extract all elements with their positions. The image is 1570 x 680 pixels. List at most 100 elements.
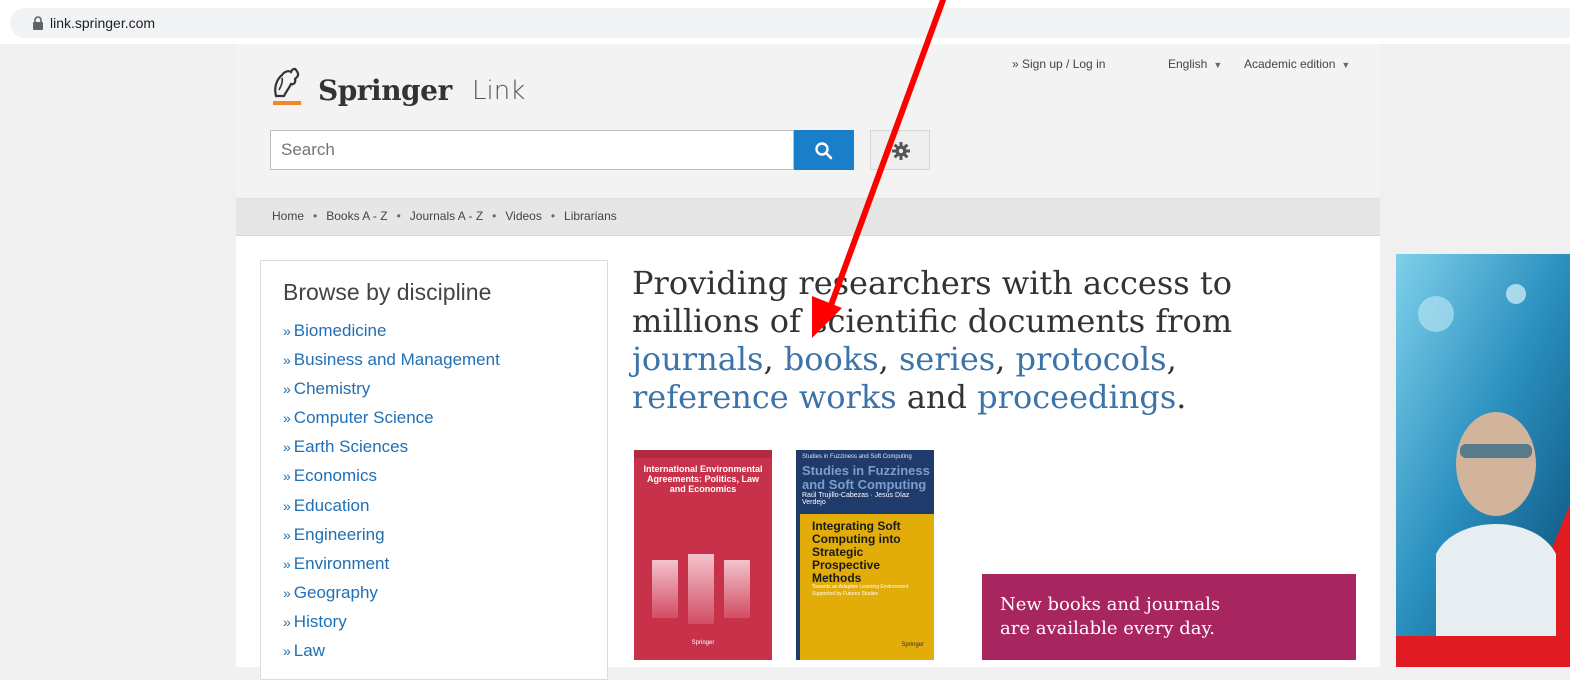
headline-line1: Providing researchers with access to bbox=[632, 264, 1232, 302]
link-journals[interactable]: journals bbox=[632, 340, 763, 378]
edition-selector[interactable]: Academic edition ▼ bbox=[1244, 57, 1350, 71]
raquo-icon: » bbox=[283, 584, 291, 601]
discipline-label: Chemistry bbox=[293, 379, 371, 399]
nav-books-a-z[interactable]: Books A - Z bbox=[326, 209, 387, 223]
discipline-label: Business and Management bbox=[293, 350, 500, 370]
link-proceedings[interactable]: proceedings bbox=[977, 378, 1176, 416]
raquo-icon: » bbox=[283, 439, 291, 456]
raquo-icon: » bbox=[283, 410, 291, 427]
comma: , bbox=[878, 340, 899, 378]
raquo-icon: » bbox=[283, 555, 291, 572]
raquo-icon: » bbox=[283, 468, 291, 485]
link-series[interactable]: series bbox=[899, 340, 995, 378]
discipline-link[interactable]: » Computer Science bbox=[283, 408, 500, 437]
lock-icon bbox=[33, 16, 43, 30]
nav-separator: • bbox=[492, 209, 497, 223]
nav-videos[interactable]: Videos bbox=[505, 209, 541, 223]
nav-separator: • bbox=[396, 209, 401, 223]
comma: , bbox=[995, 340, 1016, 378]
discipline-label: Computer Science bbox=[293, 408, 434, 428]
book-cover[interactable]: Studies in Fuzziness and Soft Computing … bbox=[796, 450, 934, 660]
caret-down-icon: ▼ bbox=[1213, 60, 1223, 70]
cover-title: International Environmental Agreements: … bbox=[643, 464, 763, 494]
discipline-link[interactable]: » Environment bbox=[283, 554, 500, 583]
logo-primary-text: Springer bbox=[318, 74, 452, 107]
and-text: and bbox=[896, 378, 978, 416]
discipline-label: Geography bbox=[293, 582, 378, 602]
cover-graphic bbox=[652, 560, 678, 618]
search-options-button[interactable] bbox=[870, 130, 930, 170]
search-icon bbox=[815, 142, 833, 160]
discipline-link[interactable]: » Geography bbox=[283, 583, 500, 612]
discipline-link[interactable]: » History bbox=[283, 612, 500, 641]
main-navigation: Home • Books A - Z • Journals A - Z • Videos • L… bbox=[236, 199, 1380, 236]
raquo-icon: » bbox=[283, 643, 291, 660]
page-background-left bbox=[0, 44, 236, 667]
discipline-link[interactable]: » Economics bbox=[283, 466, 500, 495]
discipline-link[interactable]: » Chemistry bbox=[283, 379, 500, 408]
discipline-list: » Biomedicine » Business and Management » C… bbox=[283, 321, 500, 670]
raquo-icon: » bbox=[283, 381, 291, 398]
language-selector[interactable]: English ▼ bbox=[1168, 57, 1222, 71]
cover-publisher: Springer bbox=[691, 640, 715, 646]
new-content-banner[interactable]: New books and journals are available eve… bbox=[982, 574, 1356, 660]
springer-horse-icon bbox=[273, 67, 301, 105]
raquo-icon: » bbox=[283, 497, 291, 514]
discipline-label: Education bbox=[293, 495, 370, 515]
discipline-link[interactable]: » Earth Sciences bbox=[283, 437, 500, 466]
cover-side-bar bbox=[796, 514, 800, 660]
discipline-label: Biomedicine bbox=[293, 321, 387, 340]
page-content: Springer Link » Sign up / Log in English… bbox=[236, 44, 1380, 680]
advertisement-photo bbox=[1396, 254, 1570, 636]
search-button[interactable] bbox=[794, 130, 854, 170]
link-books[interactable]: books bbox=[784, 340, 879, 378]
nav-home[interactable]: Home bbox=[272, 209, 304, 223]
discipline-label: Engineering bbox=[293, 524, 385, 544]
raquo-icon: » bbox=[283, 323, 291, 339]
nav-journals-a-z[interactable]: Journals A - Z bbox=[410, 209, 483, 223]
raquo-icon: » bbox=[283, 352, 291, 369]
cover-series-large: Studies in Fuzziness and Soft Computing bbox=[802, 463, 930, 492]
hero-headline: Providing researchers with access to mil… bbox=[632, 264, 1233, 416]
nav-librarians[interactable]: Librarians bbox=[564, 209, 617, 223]
comma: , bbox=[763, 340, 784, 378]
promo-line2: are available every day. bbox=[1000, 618, 1215, 639]
raquo-icon: » bbox=[283, 526, 291, 543]
promo-line1: New books and journals bbox=[1000, 594, 1221, 615]
signup-login-link[interactable]: » Sign up / Log in bbox=[1012, 57, 1105, 71]
discipline-link[interactable]: » Law bbox=[283, 641, 500, 670]
search-input[interactable] bbox=[271, 131, 793, 169]
discipline-label: Environment bbox=[293, 553, 390, 573]
address-field[interactable] bbox=[10, 8, 1570, 38]
advertisement-banner[interactable] bbox=[1396, 254, 1570, 667]
url-text[interactable]: link.springer.com bbox=[50, 15, 155, 31]
cover-title: Integrating Soft Computing into Strategi… bbox=[812, 519, 901, 585]
gear-icon bbox=[892, 142, 910, 160]
discipline-link[interactable]: » Education bbox=[283, 496, 500, 525]
link-reference-works[interactable]: reference works bbox=[632, 378, 897, 416]
site-header: Springer Link » Sign up / Log in English… bbox=[236, 44, 1380, 199]
cover-publisher: Springer bbox=[901, 642, 924, 648]
browse-by-discipline-panel: Browse by discipline » Biomedicine » Busin… bbox=[260, 260, 608, 680]
journal-cover[interactable]: International Environmental Agreements: … bbox=[634, 450, 772, 660]
discipline-label: Economics bbox=[293, 466, 377, 486]
discipline-label: Law bbox=[293, 641, 325, 661]
headline-line2: millions of scientific documents from bbox=[632, 302, 1233, 340]
browser-url-bar: link.springer.com bbox=[0, 0, 1570, 44]
language-label: English bbox=[1168, 57, 1208, 71]
browse-title: Browse by discipline bbox=[283, 279, 492, 305]
discipline-link[interactable]: » Biomedicine bbox=[283, 321, 500, 350]
cover-graphic bbox=[688, 554, 714, 624]
cover-graphic bbox=[724, 560, 750, 618]
link-protocols[interactable]: protocols bbox=[1016, 340, 1167, 378]
discipline-link[interactable]: » Business and Management bbox=[283, 350, 500, 379]
cover-series: Studies in Fuzziness and Soft Computing bbox=[802, 454, 912, 460]
caret-down-icon: ▼ bbox=[1341, 60, 1351, 70]
cover-subtitle: Towards an Adaptive Learning Environment… bbox=[812, 584, 909, 597]
cover-band bbox=[634, 450, 772, 458]
nav-separator: • bbox=[550, 209, 556, 223]
edition-label: Academic edition bbox=[1244, 57, 1336, 71]
discipline-link[interactable]: » Engineering bbox=[283, 525, 500, 554]
nav-separator: • bbox=[313, 209, 318, 223]
discipline-label: Earth Sciences bbox=[293, 437, 409, 457]
